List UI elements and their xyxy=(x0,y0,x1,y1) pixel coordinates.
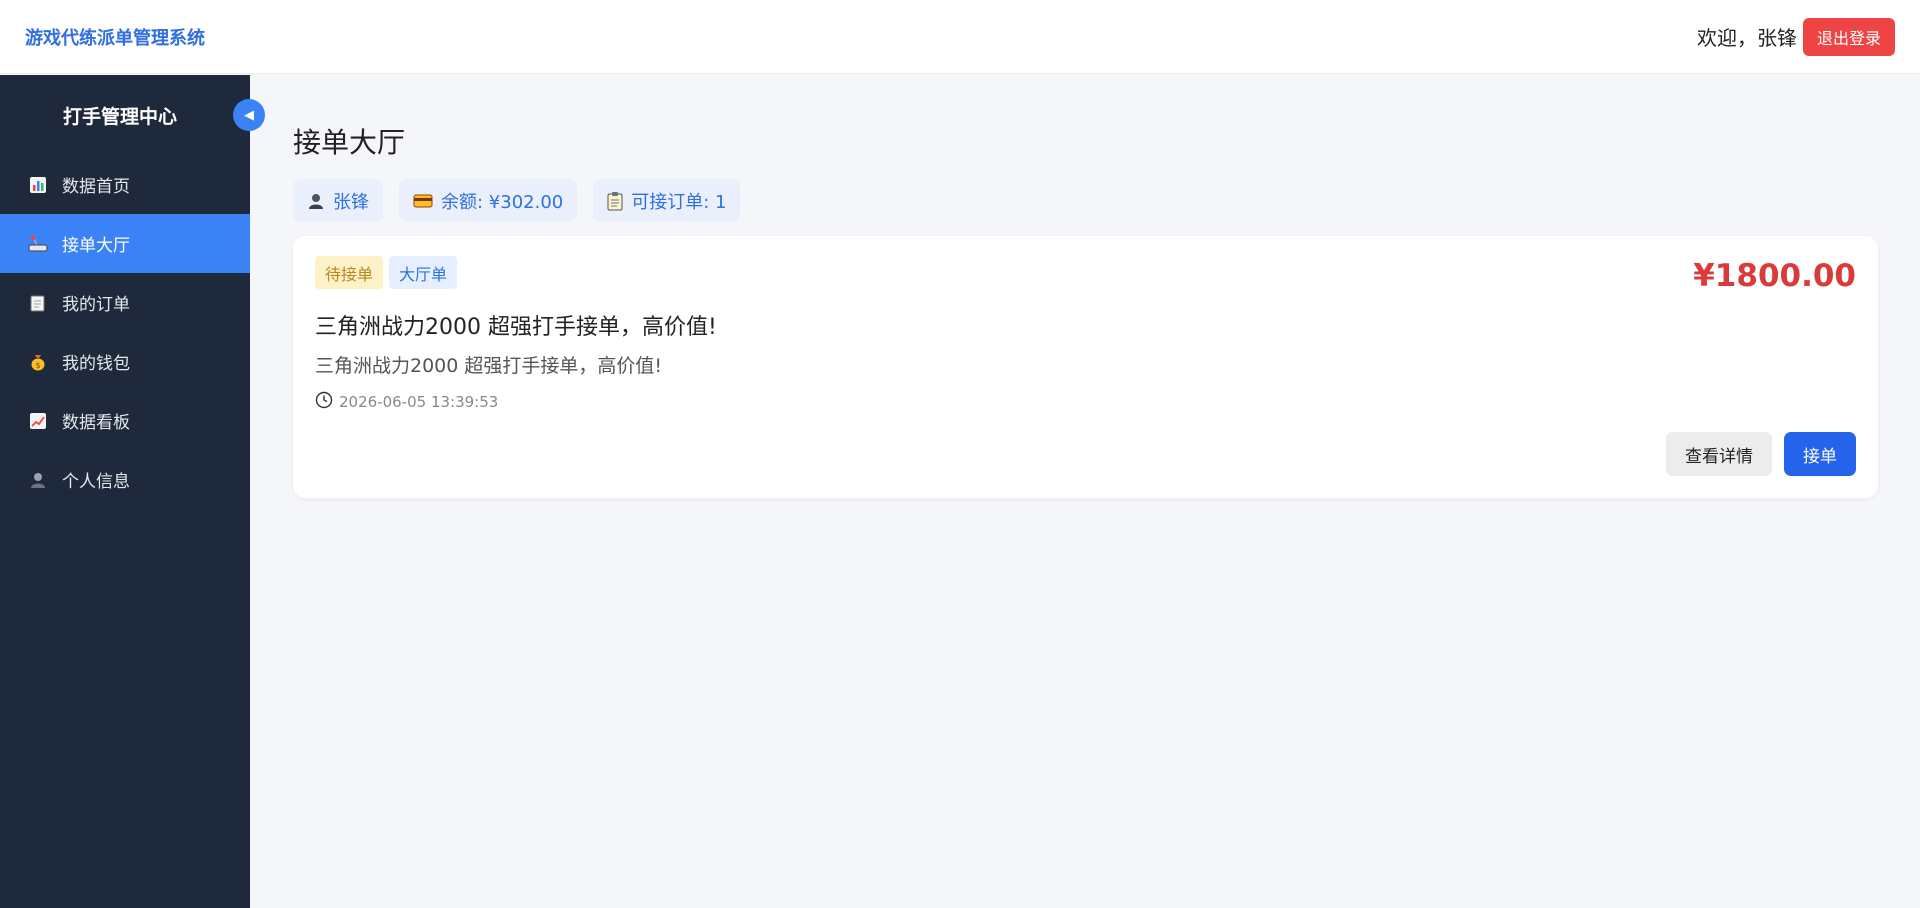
order-description: 三角洲战力2000 超强打手接单，高价值! xyxy=(315,355,663,377)
view-detail-button[interactable]: 查看详情 xyxy=(1666,432,1772,476)
order-price: ¥1800.00 xyxy=(1693,258,1856,294)
user-icon xyxy=(307,192,325,210)
stat-available-orders-value: 可接订单: 1 xyxy=(631,191,727,213)
stat-available-orders: 可接订单: 1 xyxy=(593,179,741,222)
joystick-icon xyxy=(28,234,48,254)
sidebar-item-label: 我的钱包 xyxy=(62,354,130,374)
header-user-area: 欢迎，张锋 退出登录 xyxy=(1696,17,1895,56)
page-title: 接单大厅 xyxy=(293,126,406,159)
sidebar-item-label: 个人信息 xyxy=(62,472,130,492)
user-icon xyxy=(28,470,48,490)
sidebar-item-wallet[interactable]: $ 我的钱包 xyxy=(0,332,250,391)
stat-user-name: 张锋 xyxy=(333,191,369,213)
sidebar-collapse-button[interactable]: ◀ xyxy=(233,99,265,131)
sidebar-item-data-board[interactable]: 数据看板 xyxy=(0,391,250,450)
accept-order-button[interactable]: 接单 xyxy=(1784,432,1856,476)
welcome-text: 欢迎，张锋 xyxy=(1696,26,1797,50)
stat-balance-value: 余额: ¥302.00 xyxy=(441,191,564,213)
stat-balance: 余额: ¥302.00 xyxy=(399,179,578,222)
sidebar-item-profile[interactable]: 个人信息 xyxy=(0,450,250,509)
chevron-left-icon: ◀ xyxy=(244,107,254,123)
order-type-badge: 大厅单 xyxy=(389,256,458,289)
top-header: 游戏代练派单管理系统 欢迎，张锋 退出登录 xyxy=(0,0,1920,74)
clock-icon xyxy=(315,391,333,413)
order-time: 2026-06-05 13:39:53 xyxy=(315,391,1856,413)
clipboard-icon xyxy=(607,191,623,211)
sidebar-item-label: 接单大厅 xyxy=(62,236,130,256)
credit-card-icon xyxy=(413,193,433,209)
sidebar-item-my-orders[interactable]: 我的订单 xyxy=(0,273,250,332)
order-title: 三角洲战力2000 超强打手接单，高价值! xyxy=(315,315,717,340)
order-actions: 查看详情 接单 xyxy=(1666,432,1856,476)
sidebar-item-dashboard[interactable]: 数据首页 xyxy=(0,155,250,214)
svg-text:$: $ xyxy=(35,361,40,370)
main-content: 接单大厅 张锋 余额: ¥302.00 可接订单: 1 待接单 大厅单 ¥180… xyxy=(293,75,1878,498)
sidebar-item-label: 数据看板 xyxy=(62,413,130,433)
order-card: 待接单 大厅单 ¥1800.00 三角洲战力2000 超强打手接单，高价值! 三… xyxy=(293,236,1878,498)
order-time-value: 2026-06-05 13:39:53 xyxy=(339,393,499,411)
sidebar-item-label: 我的订单 xyxy=(62,295,130,315)
sidebar-item-order-hall[interactable]: 接单大厅 xyxy=(0,214,250,273)
bar-chart-icon xyxy=(28,175,48,195)
money-bag-icon: $ xyxy=(28,352,48,372)
notepad-icon xyxy=(28,293,48,313)
sidebar: 打手管理中心 ◀ 数据首页 接单大厅 我的订单 $ 我的钱包 数据看板 个人信息 xyxy=(0,75,265,908)
trend-chart-icon xyxy=(28,411,48,431)
logout-button[interactable]: 退出登录 xyxy=(1802,17,1895,56)
stat-user: 张锋 xyxy=(293,179,383,222)
sidebar-item-label: 数据首页 xyxy=(62,177,130,197)
status-badge: 待接单 xyxy=(315,256,384,289)
app-brand[interactable]: 游戏代练派单管理系统 xyxy=(25,24,205,50)
sidebar-title: 打手管理中心 xyxy=(62,105,177,128)
order-tags: 待接单 大厅单 xyxy=(315,256,1856,289)
stats-bar: 张锋 余额: ¥302.00 可接订单: 1 xyxy=(293,179,1878,222)
